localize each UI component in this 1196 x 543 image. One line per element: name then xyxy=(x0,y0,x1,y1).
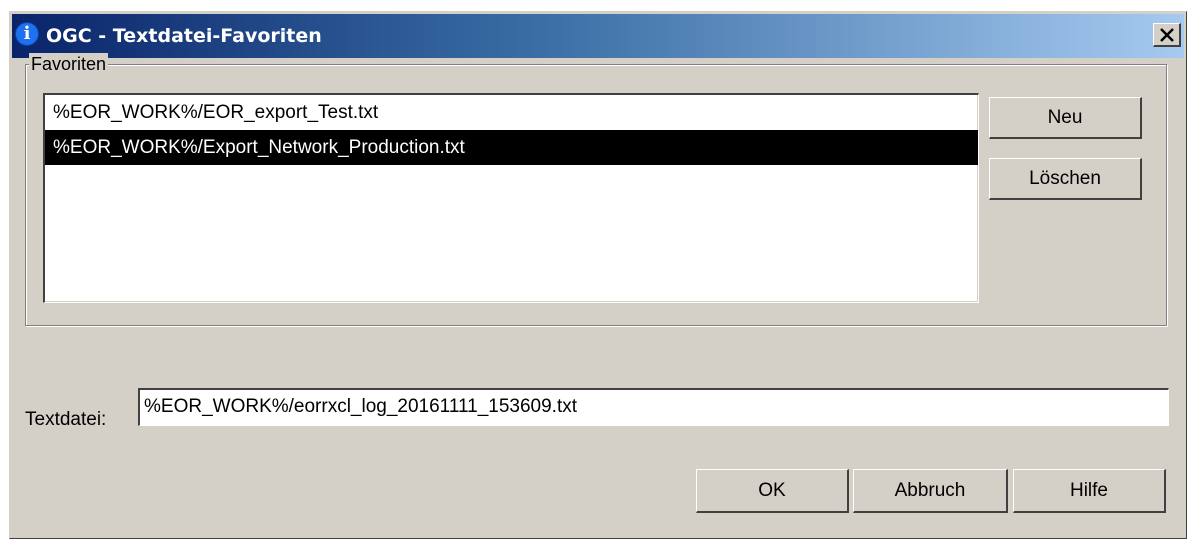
favorites-group-label: Favoriten xyxy=(29,53,109,75)
ok-button[interactable]: OK xyxy=(696,469,849,513)
info-icon: i xyxy=(15,22,39,46)
textfile-label: Textdatei: xyxy=(25,409,107,430)
help-button[interactable]: Hilfe xyxy=(1013,469,1166,513)
new-button[interactable]: Neu xyxy=(989,97,1142,139)
cancel-button[interactable]: Abbruch xyxy=(853,469,1008,513)
delete-button[interactable]: Löschen xyxy=(989,158,1142,200)
favorites-listbox[interactable]: %EOR_WORK%/EOR_export_Test.txt %EOR_WORK… xyxy=(43,93,979,303)
close-button[interactable] xyxy=(1153,23,1181,47)
title-bar[interactable]: i OGC - Textdatei-Favoriten xyxy=(12,14,1184,58)
close-icon xyxy=(1160,28,1174,42)
list-item-selected[interactable]: %EOR_WORK%/Export_Network_Production.txt xyxy=(45,130,978,165)
textfile-input[interactable]: %EOR_WORK%/eorrxcl_log_20161111_153609.t… xyxy=(138,388,1169,426)
list-item[interactable]: %EOR_WORK%/EOR_export_Test.txt xyxy=(45,95,978,130)
window-title: OGC - Textdatei-Favoriten xyxy=(46,25,322,47)
